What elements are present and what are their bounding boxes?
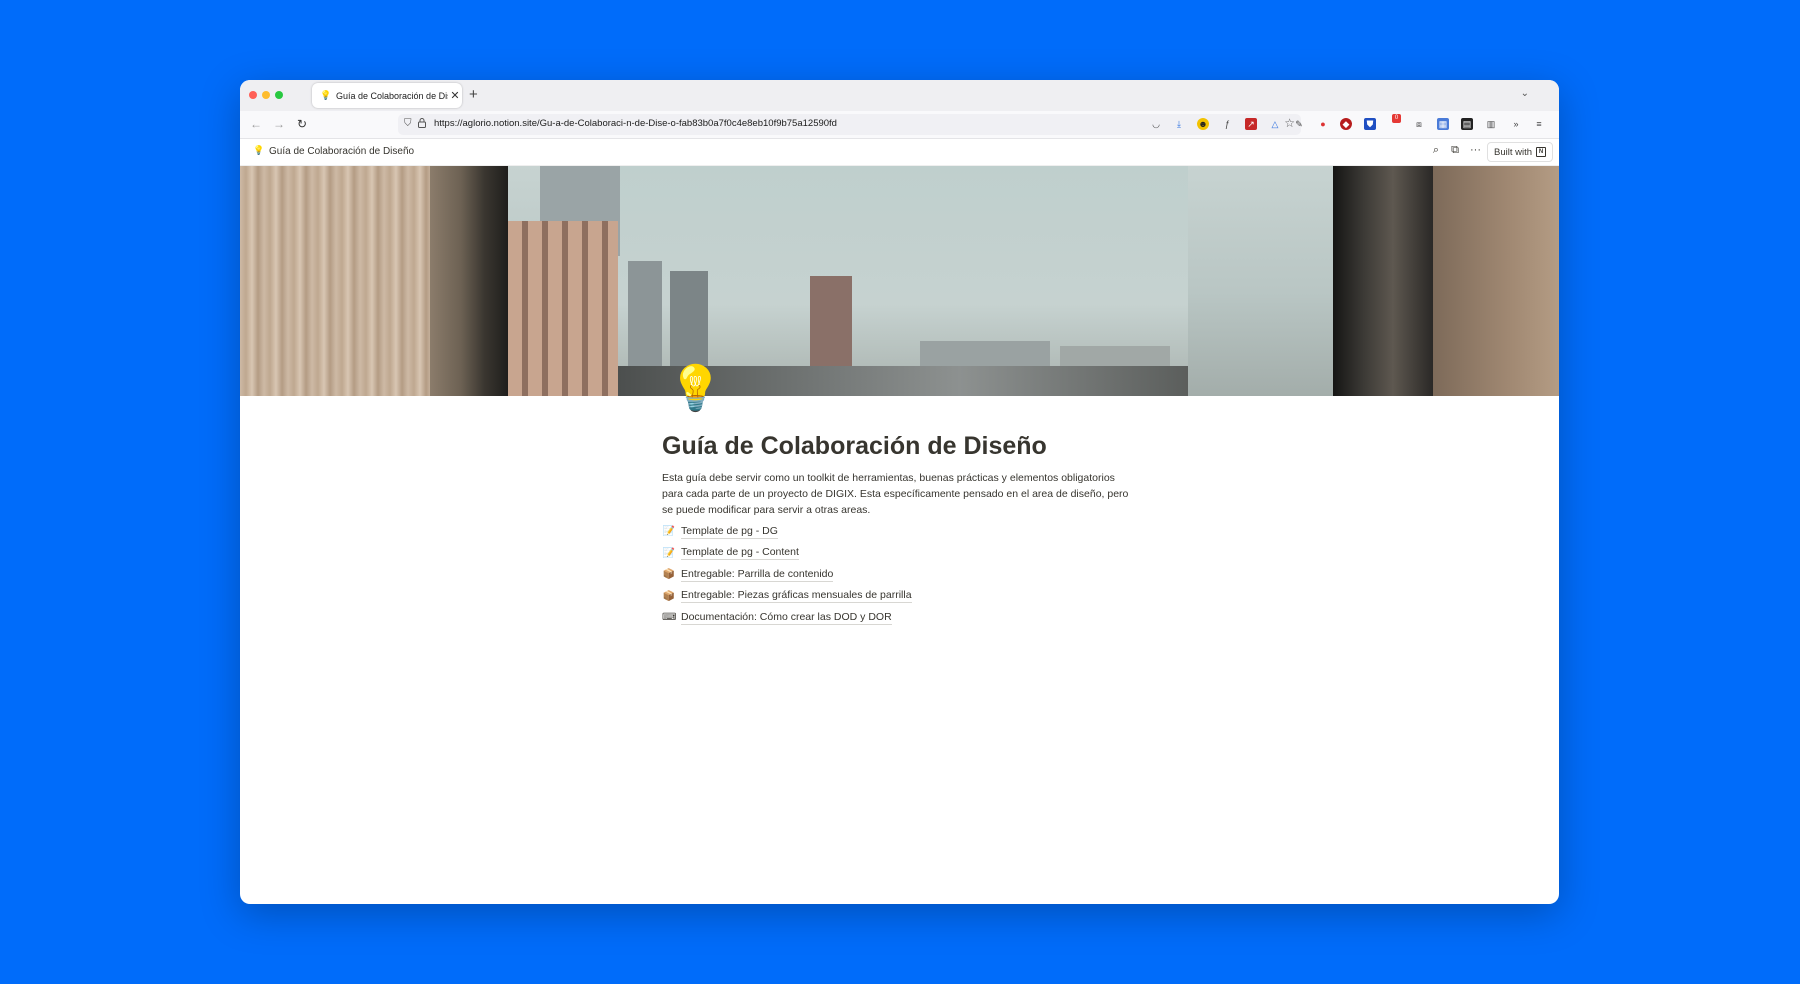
maximize-window-button[interactable]	[275, 91, 283, 99]
page-lightbulb-icon[interactable]: 💡	[668, 365, 723, 413]
store-extension-icon[interactable]: ▤	[1461, 118, 1473, 130]
navigation-bar: ← → ↻ ⛉ https://aglorio.notion.site/Gu-a…	[240, 111, 1559, 139]
download-icon[interactable]: ⤓	[1173, 118, 1185, 130]
subpage-link[interactable]: 📦 Entregable: Parrilla de contenido	[662, 564, 912, 586]
password-manager-icon[interactable]: ⛊	[1364, 118, 1376, 130]
reload-button[interactable]: ↻	[297, 117, 307, 131]
puzzle-icon[interactable]: ⧈	[1413, 118, 1425, 130]
package-icon: 📦	[662, 590, 676, 602]
browser-tab[interactable]: 💡 Guía de Colaboración de Diseño ✕	[312, 83, 462, 108]
shield-extension-icon[interactable]: ◆	[1340, 118, 1352, 130]
subpage-link-label[interactable]: Template de pg - Content	[681, 546, 799, 561]
subpage-link[interactable]: 📝 Template de pg - DG	[662, 521, 912, 543]
subpage-link[interactable]: 📦 Entregable: Piezas gráficas mensuales …	[662, 586, 912, 608]
subpage-link[interactable]: 📝 Template de pg - Content	[662, 543, 912, 565]
memo-icon: 📝	[662, 526, 676, 538]
built-with-label: Built with	[1493, 146, 1532, 158]
calculator-icon[interactable]: ▥	[1485, 118, 1497, 130]
notion-logo-icon: N	[1536, 147, 1546, 157]
cover-image	[240, 166, 1559, 396]
close-tab-icon[interactable]: ✕	[448, 89, 462, 102]
lock-icon[interactable]	[418, 118, 426, 130]
tab-strip: 💡 Guía de Colaboración de Diseño ✕ + ⌄	[240, 80, 1559, 111]
browser-window: 💡 Guía de Colaboración de Diseño ✕ + ⌄ ←…	[240, 80, 1559, 904]
subpage-link-label[interactable]: Template de pg - DG	[681, 525, 778, 539]
subpage-list: 📝 Template de pg - DG 📝 Template de pg -…	[662, 521, 912, 629]
triangle-extension-icon[interactable]: △	[1269, 118, 1281, 130]
eyedropper-icon[interactable]: ✎	[1293, 118, 1305, 130]
subpage-link[interactable]: ⌨ Documentación: Cómo crear las DOD y DO…	[662, 607, 912, 629]
package-icon: 📦	[662, 569, 676, 581]
menu-icon[interactable]: ≡	[1533, 118, 1545, 130]
overflow-chevron-icon[interactable]: »	[1510, 118, 1522, 130]
formula-extension-icon[interactable]: ƒ	[1221, 118, 1233, 130]
forward-button[interactable]: →	[273, 117, 285, 131]
page-description: Esta guía debe servir como un toolkit de…	[662, 472, 1129, 516]
tab-list-chevron-icon[interactable]: ⌄	[1521, 88, 1529, 99]
notion-topbar: 💡 Guía de Colaboración de Diseño ⌕ ⧉ ···…	[240, 139, 1559, 166]
close-window-button[interactable]	[249, 91, 257, 99]
lightbulb-icon: 💡	[253, 145, 265, 155]
pocket-icon[interactable]: ◡	[1150, 118, 1162, 130]
notification-badge[interactable]: 0	[1392, 114, 1401, 123]
keyboard-icon: ⌨	[662, 612, 677, 624]
tab-title: Guía de Colaboración de Diseño	[336, 90, 448, 101]
url-bar[interactable]: ⛉ https://aglorio.notion.site/Gu-a-de-Co…	[398, 114, 1301, 135]
subpage-link-label[interactable]: Entregable: Piezas gráficas mensuales de…	[681, 589, 912, 604]
duplicate-icon[interactable]: ⧉	[1451, 144, 1459, 157]
pdf-extension-icon[interactable]: ↗	[1245, 118, 1257, 130]
subpage-link-label[interactable]: Entregable: Parrilla de contenido	[681, 568, 834, 582]
search-icon[interactable]: ⌕	[1433, 144, 1439, 157]
url-text[interactable]: https://aglorio.notion.site/Gu-a-de-Cola…	[434, 118, 837, 129]
color-wheel-icon[interactable]: ●	[1317, 118, 1329, 130]
memo-icon: 📝	[662, 547, 676, 559]
shield-icon[interactable]: ⛉	[404, 118, 412, 129]
lightbulb-icon: 💡	[320, 90, 332, 100]
breadcrumb-page-title[interactable]: Guía de Colaboración de Diseño	[269, 146, 414, 157]
extension-face-icon[interactable]: ☻	[1197, 118, 1209, 130]
minimize-window-button[interactable]	[262, 91, 270, 99]
new-tab-button[interactable]: +	[469, 86, 478, 104]
page-title: Guía de Colaboración de Diseño	[662, 432, 1047, 460]
calendar-extension-icon[interactable]: ▦	[1437, 118, 1449, 130]
subpage-link-label[interactable]: Documentación: Cómo crear las DOD y DOR	[681, 611, 892, 625]
more-options-icon[interactable]: ···	[1470, 144, 1481, 156]
back-button[interactable]: ←	[250, 117, 262, 131]
built-with-notion-button[interactable]: Built with N	[1486, 142, 1553, 162]
